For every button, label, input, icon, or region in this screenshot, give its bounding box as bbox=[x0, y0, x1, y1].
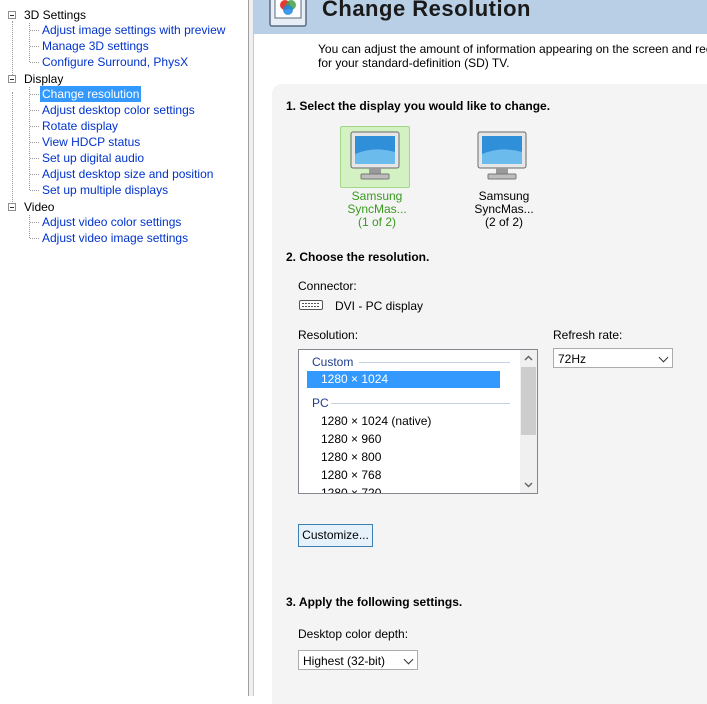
collapse-icon[interactable] bbox=[8, 203, 16, 211]
tree-connector bbox=[30, 94, 39, 95]
tree-item-view-hdcp-status[interactable]: View HDCP status bbox=[40, 134, 142, 150]
page-description: You can adjust the amount of information… bbox=[318, 42, 707, 70]
description-line: You can adjust the amount of information… bbox=[318, 42, 707, 56]
group-header-pc: PC bbox=[312, 396, 329, 410]
tree-connector bbox=[30, 46, 39, 47]
tree-item-adjust-video-image[interactable]: Adjust video image settings bbox=[40, 230, 190, 246]
tree-connector bbox=[30, 190, 39, 191]
tree-item-set-up-multiple-displays[interactable]: Set up multiple displays bbox=[40, 182, 170, 198]
display-index: (1 of 2) bbox=[357, 215, 396, 229]
tree-connector bbox=[30, 110, 39, 111]
tree-item-adjust-desktop-size[interactable]: Adjust desktop size and position bbox=[40, 166, 215, 182]
tree-item-change-resolution[interactable]: Change resolution bbox=[40, 86, 142, 102]
scroll-down-icon[interactable] bbox=[524, 482, 533, 488]
section-2-title: 2. Choose the resolution. bbox=[286, 250, 430, 264]
connector-value: DVI - PC display bbox=[335, 299, 424, 313]
tree-connector bbox=[30, 238, 39, 239]
monitor-icon bbox=[477, 131, 527, 180]
display-model: Samsung SyncMas... bbox=[347, 189, 407, 216]
color-depth-dropdown[interactable]: Highest (32-bit) bbox=[298, 650, 418, 670]
tree-item-adjust-image-settings[interactable]: Adjust image settings with preview bbox=[40, 22, 227, 38]
scroll-up-icon[interactable] bbox=[524, 355, 533, 361]
tree-connector bbox=[30, 126, 39, 127]
dvi-connector-icon bbox=[299, 300, 323, 310]
color-depth-value: Highest (32-bit) bbox=[303, 654, 386, 668]
section-3-title: 3. Apply the following settings. bbox=[286, 595, 463, 609]
resolution-item[interactable]: 1280 × 960 bbox=[307, 431, 500, 448]
navigation-tree: 3D Settings Adjust image settings with p… bbox=[0, 0, 249, 696]
display-option-1[interactable]: Samsung SyncMas... (1 of 2) bbox=[322, 126, 432, 229]
display-color-icon bbox=[269, 0, 307, 27]
customize-button[interactable]: Customize... bbox=[298, 524, 373, 547]
refresh-rate-dropdown[interactable]: 72Hz bbox=[553, 348, 673, 368]
monitor-icon bbox=[350, 131, 400, 180]
tree-item-configure-surround[interactable]: Configure Surround, PhysX bbox=[40, 54, 190, 70]
display-model: Samsung SyncMas... bbox=[474, 189, 534, 216]
tree-connector bbox=[30, 174, 39, 175]
page-title: Change Resolution bbox=[322, 0, 531, 21]
tree-connector bbox=[12, 92, 13, 210]
resolution-label: Resolution: bbox=[298, 328, 359, 342]
refresh-rate-label: Refresh rate: bbox=[553, 328, 623, 342]
resolution-item[interactable]: 1280 × 720 bbox=[307, 485, 500, 493]
tree-connector bbox=[30, 158, 39, 159]
collapse-icon[interactable] bbox=[8, 75, 16, 83]
display-name: Samsung SyncMas... (1 of 2) bbox=[322, 190, 432, 229]
main-content: Change Resolution You can adjust the amo… bbox=[254, 0, 707, 704]
display-option-2[interactable]: Samsung SyncMas... (2 of 2) bbox=[449, 126, 559, 229]
tree-item-adjust-video-color[interactable]: Adjust video color settings bbox=[40, 214, 183, 230]
resolution-item[interactable]: 1280 × 800 bbox=[307, 449, 500, 466]
tree-item-set-up-digital-audio[interactable]: Set up digital audio bbox=[40, 150, 146, 166]
refresh-rate-value: 72Hz bbox=[558, 352, 587, 366]
tree-connector bbox=[30, 30, 39, 31]
resolution-item[interactable]: 1280 × 768 bbox=[307, 467, 500, 484]
tree-connector bbox=[30, 142, 39, 143]
group-divider bbox=[359, 362, 510, 363]
resolution-item-custom-1280x1024[interactable]: 1280 × 1024 bbox=[307, 371, 500, 388]
display-name: Samsung SyncMas... (2 of 2) bbox=[449, 190, 559, 229]
tree-connector bbox=[30, 62, 39, 63]
collapse-icon[interactable] bbox=[8, 11, 16, 19]
color-depth-label: Desktop color depth: bbox=[298, 627, 409, 641]
tree-category-label: 3D Settings bbox=[24, 8, 87, 22]
chevron-down-icon bbox=[658, 352, 669, 363]
resolution-list[interactable]: Custom 1280 × 1024 PC 1280 × 1024 (nativ… bbox=[298, 349, 538, 494]
resolution-item[interactable]: 1280 × 1024 (native) bbox=[307, 413, 500, 430]
settings-panel: 1. Select the display you would like to … bbox=[272, 84, 707, 704]
group-header-custom: Custom bbox=[312, 355, 354, 369]
group-divider bbox=[331, 403, 510, 404]
tree-item-manage-3d-settings[interactable]: Manage 3D settings bbox=[40, 38, 151, 54]
display-index: (2 of 2) bbox=[484, 215, 523, 229]
tree-connector bbox=[30, 222, 39, 223]
tree-connector bbox=[12, 21, 13, 83]
resolution-list-scrollbar[interactable] bbox=[520, 350, 537, 493]
description-line: for your standard-definition (SD) TV. bbox=[318, 56, 510, 70]
tree-connector bbox=[29, 215, 30, 238]
tree-category-label: Video bbox=[24, 200, 55, 214]
page-header: Change Resolution bbox=[254, 0, 707, 34]
connector-label: Connector: bbox=[298, 279, 357, 293]
scrollbar-thumb[interactable] bbox=[521, 367, 536, 435]
section-1-title: 1. Select the display you would like to … bbox=[286, 99, 551, 113]
tree-connector bbox=[29, 23, 30, 62]
tree-item-adjust-desktop-color[interactable]: Adjust desktop color settings bbox=[40, 102, 197, 118]
tree-category-label: Display bbox=[24, 72, 64, 86]
tree-item-rotate-display[interactable]: Rotate display bbox=[40, 118, 120, 134]
chevron-down-icon bbox=[403, 654, 414, 665]
